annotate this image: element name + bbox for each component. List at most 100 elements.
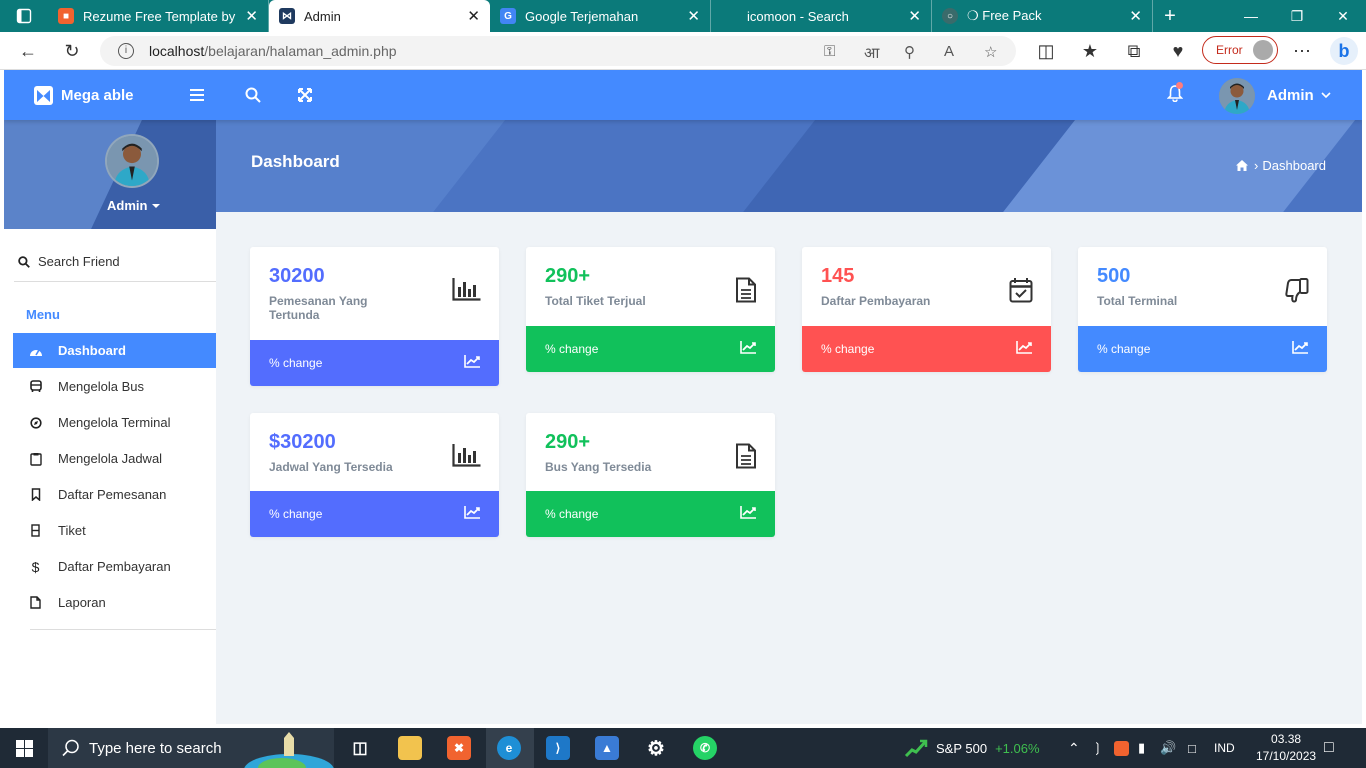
- tab-title: Google Terjemahan: [525, 8, 639, 24]
- meet-now-icon[interactable]: □: [1188, 728, 1196, 768]
- close-tab-icon[interactable]: ✕: [245, 7, 258, 25]
- chevron-down-icon[interactable]: [1320, 86, 1332, 104]
- collections-icon[interactable]: ⧉: [1122, 40, 1146, 62]
- stat-footer[interactable]: % change: [526, 326, 775, 372]
- settings-icon[interactable]: ⚙: [644, 736, 668, 760]
- fullscreen-button[interactable]: [294, 84, 316, 106]
- sidebar-item-label: Dashboard: [58, 343, 126, 358]
- bus-icon: [13, 380, 58, 393]
- battery-icon[interactable]: ▮: [1138, 728, 1145, 768]
- breadcrumb: › Dashboard: [1236, 158, 1326, 173]
- sidebar-item-laporan[interactable]: Laporan: [13, 585, 216, 620]
- sidebar-item-daftar-pembayaran[interactable]: $ Daftar Pembayaran: [13, 549, 216, 584]
- whatsapp-icon[interactable]: ✆: [693, 736, 717, 760]
- logo-icon: [34, 86, 53, 105]
- file-explorer-icon[interactable]: [398, 736, 422, 760]
- user-name[interactable]: Admin: [1267, 87, 1314, 104]
- zoom-icon[interactable]: ⚲: [904, 43, 915, 61]
- split-screen-icon[interactable]: ◫: [1034, 40, 1058, 62]
- stat-footer[interactable]: % change: [250, 340, 499, 386]
- stock-change: +1.06%: [995, 740, 1040, 756]
- sidebar-profile: Admin: [4, 120, 216, 229]
- tab-actions-button[interactable]: [0, 0, 48, 32]
- language-indicator[interactable]: IND: [1214, 728, 1235, 768]
- caret-down-icon[interactable]: [152, 204, 160, 208]
- chevron-up-icon[interactable]: ⌃: [1068, 728, 1080, 768]
- restore-button[interactable]: ❐: [1274, 0, 1320, 32]
- notifications-button[interactable]: [1167, 82, 1183, 102]
- more-icon[interactable]: ⋯: [1290, 40, 1314, 62]
- sidebar-item-mengelola-terminal[interactable]: Mengelola Terminal: [13, 405, 216, 440]
- sidebar-item-label: Mengelola Terminal: [58, 415, 171, 430]
- menu-toggle-button[interactable]: [186, 84, 208, 106]
- xampp-icon[interactable]: ✖: [447, 736, 471, 760]
- stat-footer[interactable]: % change: [1078, 326, 1327, 372]
- browser-tab-0[interactable]: ■ Rezume Free Template by Col ✕: [48, 0, 269, 32]
- profile-error-button[interactable]: Error: [1202, 36, 1278, 64]
- stat-footer[interactable]: % change: [802, 326, 1051, 372]
- read-aloud-icon[interactable]: A: [944, 43, 954, 60]
- stock-widget[interactable]: S&P 500 +1.06%: [904, 728, 1040, 768]
- stat-card-jadwal: $30200 Jadwal Yang Tersedia % change: [250, 413, 499, 537]
- line-chart-icon: [740, 505, 757, 519]
- bookmark-icon: [13, 488, 58, 501]
- refresh-button[interactable]: ↻: [60, 40, 84, 62]
- brand-logo[interactable]: Mega able: [34, 86, 134, 105]
- xampp-tray-icon[interactable]: [1114, 728, 1129, 768]
- vscode-icon[interactable]: ⟩: [546, 736, 570, 760]
- wifi-icon[interactable]: ❳: [1092, 728, 1103, 768]
- key-icon[interactable]: ⚿: [824, 43, 835, 60]
- stat-footer[interactable]: % change: [250, 491, 499, 537]
- close-tab-icon[interactable]: ✕: [687, 7, 700, 25]
- favorite-star-icon[interactable]: ☆: [984, 43, 997, 61]
- document-icon: [735, 277, 757, 303]
- photos-icon[interactable]: ▲: [595, 736, 619, 760]
- error-label: Error: [1216, 43, 1243, 57]
- translate-icon[interactable]: आ: [864, 43, 879, 63]
- minimize-button[interactable]: —: [1228, 0, 1274, 32]
- sidebar-item-label: Mengelola Jadwal: [58, 451, 163, 466]
- sidebar-user-name[interactable]: Admin: [107, 198, 147, 213]
- user-avatar[interactable]: [1219, 78, 1255, 114]
- search-friend-label: Search Friend: [38, 254, 120, 269]
- close-tab-icon[interactable]: ✕: [467, 7, 480, 25]
- taskbar-search[interactable]: Type here to search: [48, 728, 334, 768]
- url-field[interactable]: i localhost/belajaran/halaman_admin.php …: [100, 36, 1016, 66]
- stat-footer-label: % change: [1097, 342, 1151, 356]
- browser-tab-1[interactable]: ⋈ Admin ✕: [269, 0, 490, 32]
- breadcrumb-current[interactable]: Dashboard: [1262, 158, 1326, 173]
- windows-start-icon[interactable]: [12, 736, 36, 760]
- favorites-icon[interactable]: ★: [1078, 40, 1102, 62]
- edge-browser-icon[interactable]: e: [497, 736, 521, 760]
- stat-footer[interactable]: % change: [526, 491, 775, 537]
- sidebar-item-label: Mengelola Bus: [58, 379, 144, 394]
- browser-tab-4[interactable]: ○ ❍ Free Pack ✕: [932, 0, 1153, 32]
- home-icon[interactable]: [1236, 160, 1249, 171]
- health-icon[interactable]: ♥: [1166, 40, 1190, 62]
- sidebar-item-mengelola-jadwal[interactable]: Mengelola Jadwal: [13, 441, 216, 476]
- sidebar-item-dashboard[interactable]: Dashboard: [13, 333, 216, 368]
- sidebar-item-tiket[interactable]: Tiket: [13, 513, 216, 548]
- browser-tab-2[interactable]: G Google Terjemahan ✕: [490, 0, 711, 32]
- task-view-icon[interactable]: ◫: [348, 736, 372, 760]
- close-window-button[interactable]: ✕: [1320, 0, 1366, 32]
- browser-tab-3[interactable]: icomoon - Search ✕: [711, 0, 932, 32]
- system-clock[interactable]: 03.38 17/10/2023: [1256, 731, 1316, 765]
- bing-icon[interactable]: b: [1330, 37, 1358, 65]
- new-tab-button[interactable]: +: [1153, 0, 1187, 32]
- top-navbar: Mega able Admin: [4, 70, 1362, 120]
- volume-icon[interactable]: 🔊: [1160, 728, 1176, 768]
- sidebar-item-daftar-pemesanan[interactable]: Daftar Pemesanan: [13, 477, 216, 512]
- close-tab-icon[interactable]: ✕: [1129, 7, 1142, 25]
- close-tab-icon[interactable]: ✕: [908, 7, 921, 25]
- stat-label: Total Tiket Terjual: [545, 294, 646, 308]
- sidebar-item-mengelola-bus[interactable]: Mengelola Bus: [13, 369, 216, 404]
- line-chart-icon: [1292, 340, 1309, 354]
- page-title: Dashboard: [251, 152, 340, 171]
- search-button[interactable]: [242, 84, 264, 106]
- sidebar-avatar[interactable]: [105, 134, 159, 188]
- back-button[interactable]: ←: [16, 40, 40, 62]
- search-friend[interactable]: Search Friend: [18, 254, 120, 269]
- site-info-icon[interactable]: i: [118, 43, 134, 59]
- notifications-center-icon[interactable]: □: [1324, 728, 1334, 768]
